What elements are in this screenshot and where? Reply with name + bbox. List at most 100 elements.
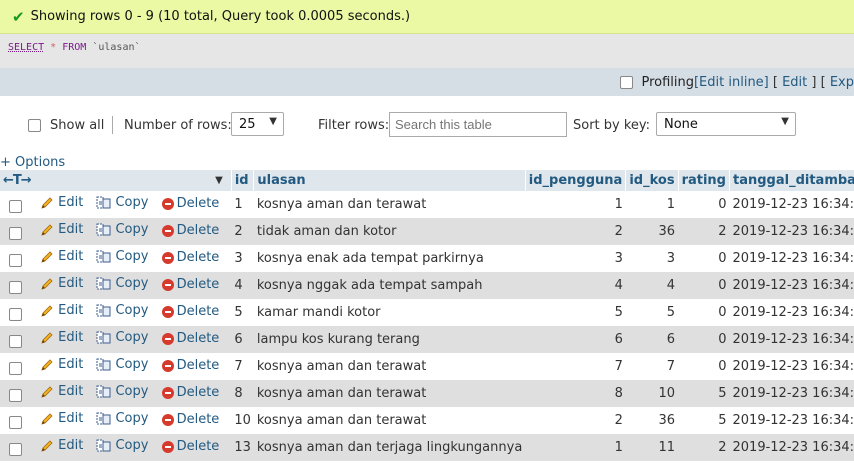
cell-rating[interactable]: 2 [678, 434, 730, 461]
cell-rating[interactable]: 5 [678, 407, 730, 434]
cell-id-kos[interactable]: 1 [625, 191, 679, 218]
cell-tanggal-ditambahkan[interactable]: 2019-12-23 16:34:57 [729, 299, 854, 326]
copy-row-button[interactable]: Copy [96, 303, 148, 318]
cell-id-pengguna[interactable]: 5 [525, 299, 626, 326]
copy-row-button[interactable]: Copy [96, 411, 148, 426]
cell-id-kos[interactable]: 11 [625, 434, 679, 461]
cell-id[interactable]: 5 [231, 299, 254, 326]
options-toggle[interactable]: + Options [0, 155, 65, 170]
header-ulasan[interactable]: ulasan [253, 170, 526, 191]
delete-row-button[interactable]: Delete [161, 250, 219, 265]
cell-id-kos[interactable]: 6 [625, 326, 679, 353]
cell-id-pengguna[interactable]: 7 [525, 353, 626, 380]
header-id-pengguna[interactable]: id_pengguna [525, 170, 627, 191]
edit-row-button[interactable]: Edit [40, 303, 83, 318]
sql-select-keyword[interactable]: SELECT [8, 42, 44, 53]
cell-id-pengguna[interactable]: 2 [525, 407, 626, 434]
copy-row-button[interactable]: Copy [96, 249, 148, 264]
cell-tanggal-ditambahkan[interactable]: 2019-12-23 16:34:57 [729, 326, 854, 353]
cell-id-kos[interactable]: 7 [625, 353, 679, 380]
sort-by-key-select[interactable]: None ▼ [656, 112, 796, 136]
cell-rating[interactable]: 2 [678, 218, 730, 245]
cell-id-pengguna[interactable]: 6 [525, 326, 626, 353]
copy-row-button[interactable]: Copy [96, 195, 148, 210]
edit-row-button[interactable]: Edit [40, 330, 83, 345]
options-link[interactable]: + Options [0, 155, 65, 170]
cell-tanggal-ditambahkan[interactable]: 2019-12-23 16:34:57 [729, 353, 854, 380]
cell-ulasan[interactable]: kosnya nggak ada tempat sampah [253, 272, 526, 299]
cell-tanggal-ditambahkan[interactable]: 2019-12-23 16:34:57 [729, 191, 854, 218]
cell-id-pengguna[interactable]: 8 [525, 380, 626, 407]
delete-row-button[interactable]: Delete [161, 304, 219, 319]
row-select-checkbox[interactable] [9, 199, 22, 213]
cell-ulasan[interactable]: kosnya aman dan terawat [253, 353, 526, 380]
header-tanggal-ditambahkan[interactable]: tanggal_ditambahkan [729, 170, 854, 191]
edit-row-button[interactable]: Edit [40, 384, 83, 399]
cell-rating[interactable]: 0 [678, 191, 730, 218]
cell-id-kos[interactable]: 36 [625, 218, 679, 245]
delete-row-button[interactable]: Delete [161, 223, 219, 238]
cell-tanggal-ditambahkan[interactable]: 2019-12-23 16:34:57 [729, 245, 854, 272]
header-rating[interactable]: rating [678, 170, 731, 191]
cell-id[interactable]: 7 [231, 353, 254, 380]
copy-row-button[interactable]: Copy [96, 276, 148, 291]
edit-row-button[interactable]: Edit [40, 411, 83, 426]
delete-row-button[interactable]: Delete [161, 439, 219, 454]
copy-row-button[interactable]: Copy [96, 384, 148, 399]
header-id-kos[interactable]: id_kos [625, 170, 679, 191]
cell-ulasan[interactable]: kosnya aman dan terawat [253, 191, 526, 218]
cell-id-pengguna[interactable]: 4 [525, 272, 626, 299]
delete-row-button[interactable]: Delete [161, 196, 219, 211]
cell-ulasan[interactable]: tidak aman dan kotor [253, 218, 526, 245]
delete-row-button[interactable]: Delete [161, 358, 219, 373]
cell-id-pengguna[interactable]: 3 [525, 245, 626, 272]
cell-id[interactable]: 1 [231, 191, 254, 218]
profiling-checkbox[interactable] [620, 75, 634, 89]
explain-sql-link[interactable]: Exp [830, 75, 854, 90]
row-select-checkbox[interactable] [9, 226, 22, 240]
row-select-checkbox[interactable] [9, 307, 22, 321]
delete-row-button[interactable]: Delete [161, 385, 219, 400]
cell-id-kos[interactable]: 4 [625, 272, 679, 299]
cell-ulasan[interactable]: kosnya aman dan terjaga lingkungannya [253, 434, 526, 461]
cell-ulasan[interactable]: kamar mandi kotor [253, 299, 526, 326]
show-all-checkbox[interactable] [28, 119, 41, 132]
edit-row-button[interactable]: Edit [40, 438, 83, 453]
column-resize-arrows-icon[interactable]: ←T→ [3, 173, 32, 188]
row-select-checkbox[interactable] [9, 334, 22, 348]
copy-row-button[interactable]: Copy [96, 222, 148, 237]
row-select-checkbox[interactable] [9, 253, 22, 267]
cell-tanggal-ditambahkan[interactable]: 2019-12-23 16:34:57 [729, 380, 854, 407]
cell-tanggal-ditambahkan[interactable]: 2019-12-23 16:34:57 [729, 272, 854, 299]
cell-rating[interactable]: 0 [678, 353, 730, 380]
cell-id-kos[interactable]: 5 [625, 299, 679, 326]
cell-id[interactable]: 6 [231, 326, 254, 353]
cell-tanggal-ditambahkan[interactable]: 2019-12-23 16:34:57 [729, 218, 854, 245]
cell-id-kos[interactable]: 36 [625, 407, 679, 434]
cell-id-kos[interactable]: 10 [625, 380, 679, 407]
copy-row-button[interactable]: Copy [96, 438, 148, 453]
cell-id[interactable]: 3 [231, 245, 254, 272]
cell-id[interactable]: 10 [231, 407, 254, 434]
edit-row-button[interactable]: Edit [40, 276, 83, 291]
cell-rating[interactable]: 0 [678, 272, 730, 299]
cell-id[interactable]: 8 [231, 380, 254, 407]
delete-row-button[interactable]: Delete [161, 412, 219, 427]
cell-rating[interactable]: 5 [678, 380, 730, 407]
edit-row-button[interactable]: Edit [40, 222, 83, 237]
edit-inline-link[interactable]: [Edit inline] [694, 75, 769, 90]
copy-row-button[interactable]: Copy [96, 330, 148, 345]
cell-id-pengguna[interactable]: 1 [525, 191, 626, 218]
edit-query-link[interactable]: Edit [782, 75, 807, 90]
row-select-checkbox[interactable] [9, 361, 22, 375]
filter-rows-input[interactable] [389, 112, 567, 137]
cell-rating[interactable]: 0 [678, 326, 730, 353]
cell-ulasan[interactable]: kosnya aman dan terawat [253, 380, 526, 407]
cell-id[interactable]: 13 [231, 434, 254, 461]
header-id[interactable]: id [231, 170, 255, 191]
row-select-checkbox[interactable] [9, 280, 22, 294]
copy-row-button[interactable]: Copy [96, 357, 148, 372]
cell-id[interactable]: 4 [231, 272, 254, 299]
cell-id-pengguna[interactable]: 1 [525, 434, 626, 461]
row-select-checkbox[interactable] [9, 442, 22, 456]
